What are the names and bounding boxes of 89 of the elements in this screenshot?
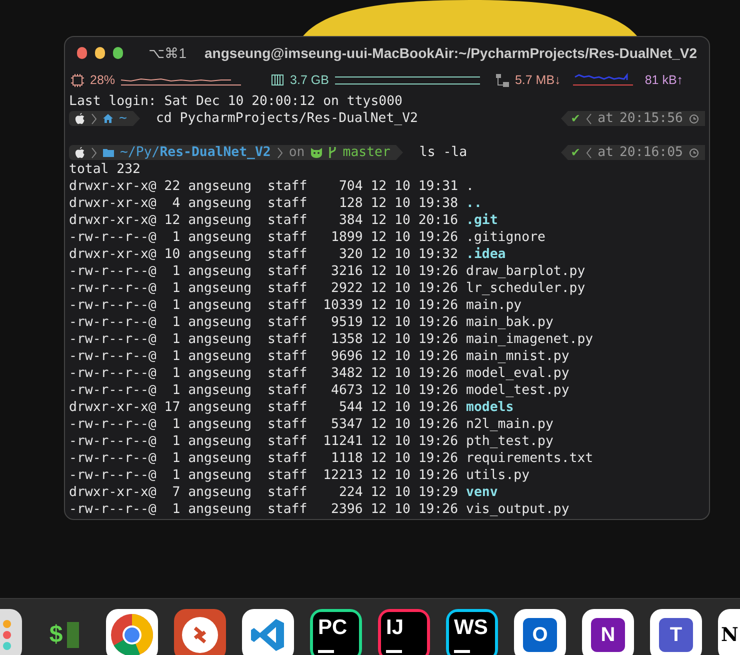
success-check: ✔ — [572, 110, 580, 127]
minimize-button[interactable] — [94, 47, 105, 59]
file-name: n2l_main.py — [466, 416, 554, 433]
file-details: -rw-r--r--@ 1 angseung staff 5347 12 10 19:26 — [69, 416, 458, 433]
at-label: at — [598, 110, 614, 127]
directory-path: ~/Py/Res-DualNet_V2 — [120, 144, 271, 161]
file-details: drwxr-xr-x@ 22 angseung staff 704 12 10 19:31 — [69, 178, 458, 195]
code-editor-app-icon[interactable] — [242, 609, 294, 655]
chevron-icon — [586, 112, 592, 124]
branch-name: master — [342, 144, 390, 161]
file-details: -rw-r--r--@ 1 angseung staff 2396 12 10 19:26 — [69, 501, 458, 518]
apple-logo-icon — [75, 113, 85, 124]
file-name: .gitignore — [466, 229, 546, 246]
last-login-text: Last login: Sat Dec 10 20:00:12 on ttys000 — [69, 93, 404, 110]
ide-app-icon[interactable]: WS — [446, 609, 498, 655]
remote-desktop-app-icon[interactable] — [174, 609, 226, 655]
file-details: drwxr-xr-x@ 4 angseung staff 128 12 10 19:38 — [69, 195, 458, 212]
file-details: -rw-r--r--@ 1 angseung staff 4673 12 10 19:26 — [69, 382, 458, 399]
window-title: angseung@imseung-uui-MacBookAir:~/PycharmProjects/Res-DualNet_V2 — [204, 44, 698, 63]
apple-logo-icon — [75, 147, 85, 158]
cat-icon — [310, 148, 322, 158]
file-name: main.py — [466, 297, 522, 314]
zoom-button[interactable] — [112, 47, 123, 59]
file-name: main_bak.py — [466, 314, 554, 331]
command-text: cd PycharmProjects/Res-DualNet_V2 — [156, 110, 418, 127]
file-name: main_mnist.py — [466, 348, 570, 365]
file-name: . — [466, 178, 474, 195]
file-name: pth_test.py — [466, 433, 554, 450]
chevron-icon — [276, 146, 283, 158]
directory-name: venv — [466, 484, 498, 501]
chevron-icon — [91, 146, 97, 158]
file-name: requirements.txt — [466, 450, 594, 467]
file-details: -rw-r--r--@ 1 angseung staff 9519 12 10 19:26 — [69, 314, 458, 331]
at-label: at — [598, 144, 614, 161]
memory-usage: 3.7 GB — [290, 72, 329, 89]
chevron-icon — [91, 112, 97, 124]
cpu-usage: 28% — [90, 72, 116, 89]
file-name: draw_barplot.py — [466, 263, 586, 280]
file-details: drwxr-xr-x@ 12 angseung staff 384 12 10 20:16 — [69, 212, 458, 229]
time-text: 20:15:56 — [619, 110, 683, 127]
on-label: on — [288, 144, 305, 161]
clock-icon — [689, 114, 699, 124]
success-check: ✔ — [572, 144, 580, 161]
notes-app-icon[interactable]: N — [718, 609, 740, 655]
office-app-icon[interactable]: N — [582, 609, 634, 655]
tab-shortcut: ⌥⌘1 — [148, 44, 187, 62]
clock-icon — [689, 148, 699, 158]
file-details: -rw-r--r--@ 1 angseung staff 1358 12 10 19:26 — [69, 331, 458, 348]
file-details: -rw-r--r--@ 1 angseung staff 3482 12 10 19:26 — [69, 365, 458, 382]
file-details: -rw-r--r--@ 1 angseung staff 1118 12 10 19:26 — [69, 450, 458, 467]
cpu-icon — [71, 74, 84, 86]
file-details: drwxr-xr-x@ 17 angseung staff 544 12 10 19:26 — [69, 399, 458, 416]
network-graph — [572, 73, 633, 87]
file-name: utils.py — [466, 467, 530, 484]
file-details: -rw-r--r--@ 1 angseung staff 3216 12 10 19:26 — [69, 263, 458, 280]
ide-app-icon[interactable]: PC — [310, 609, 362, 655]
download-rate: 5.7 MB↓ — [514, 72, 561, 89]
command-text: ls -la — [419, 144, 468, 161]
directory-name: .. — [466, 195, 482, 212]
file-details: -rw-r--r--@ 1 angseung staff 9696 12 10 19:26 — [69, 348, 458, 365]
file-name: main_imagenet.py — [466, 331, 594, 348]
ide-app-icon[interactable]: IJ — [378, 609, 430, 655]
file-details: -rw-r--r--@ 1 angseung staff 1899 12 10 19:26 — [69, 229, 458, 246]
upload-rate: 81 kB↑ — [644, 72, 684, 89]
total-text: total 232 — [69, 161, 142, 178]
file-details: -rw-r--r--@ 1 angseung staff 11241 12 10 19:26 — [69, 433, 458, 450]
office-app-icon[interactable]: T — [650, 609, 702, 655]
chevron-icon — [586, 146, 592, 158]
memory-icon — [271, 74, 284, 86]
file-details: -rw-r--r--@ 1 angseung staff 2922 12 10 19:26 — [69, 280, 458, 297]
time-text: 20:16:05 — [619, 144, 683, 161]
launchpad-icon[interactable] — [0, 609, 22, 655]
file-name: model_eval.py — [466, 365, 570, 382]
file-details: drwxr-xr-x@ 10 angseung staff 320 12 10 19:32 — [69, 246, 458, 263]
file-name: model_test.py — [466, 382, 570, 399]
network-icon — [496, 74, 509, 86]
directory-name: .idea — [466, 246, 506, 263]
office-app-icon[interactable]: O — [514, 609, 566, 655]
directory-name: models — [466, 399, 514, 416]
file-details: -rw-r--r--@ 1 angseung staff 10339 12 10 19:26 — [69, 297, 458, 314]
directory-name: .git — [466, 212, 498, 229]
directory-path: ~ — [119, 110, 127, 127]
file-name: vis_output.py — [466, 501, 570, 518]
file-details: drwxr-xr-x@ 7 angseung staff 224 12 10 19:29 — [69, 484, 458, 501]
branch-icon — [328, 146, 337, 159]
file-name: lr_scheduler.py — [466, 280, 586, 297]
file-details: -rw-r--r--@ 1 angseung staff 12213 12 10 19:26 — [69, 467, 458, 484]
close-button[interactable] — [77, 47, 87, 59]
browser-app-icon[interactable] — [106, 609, 158, 655]
